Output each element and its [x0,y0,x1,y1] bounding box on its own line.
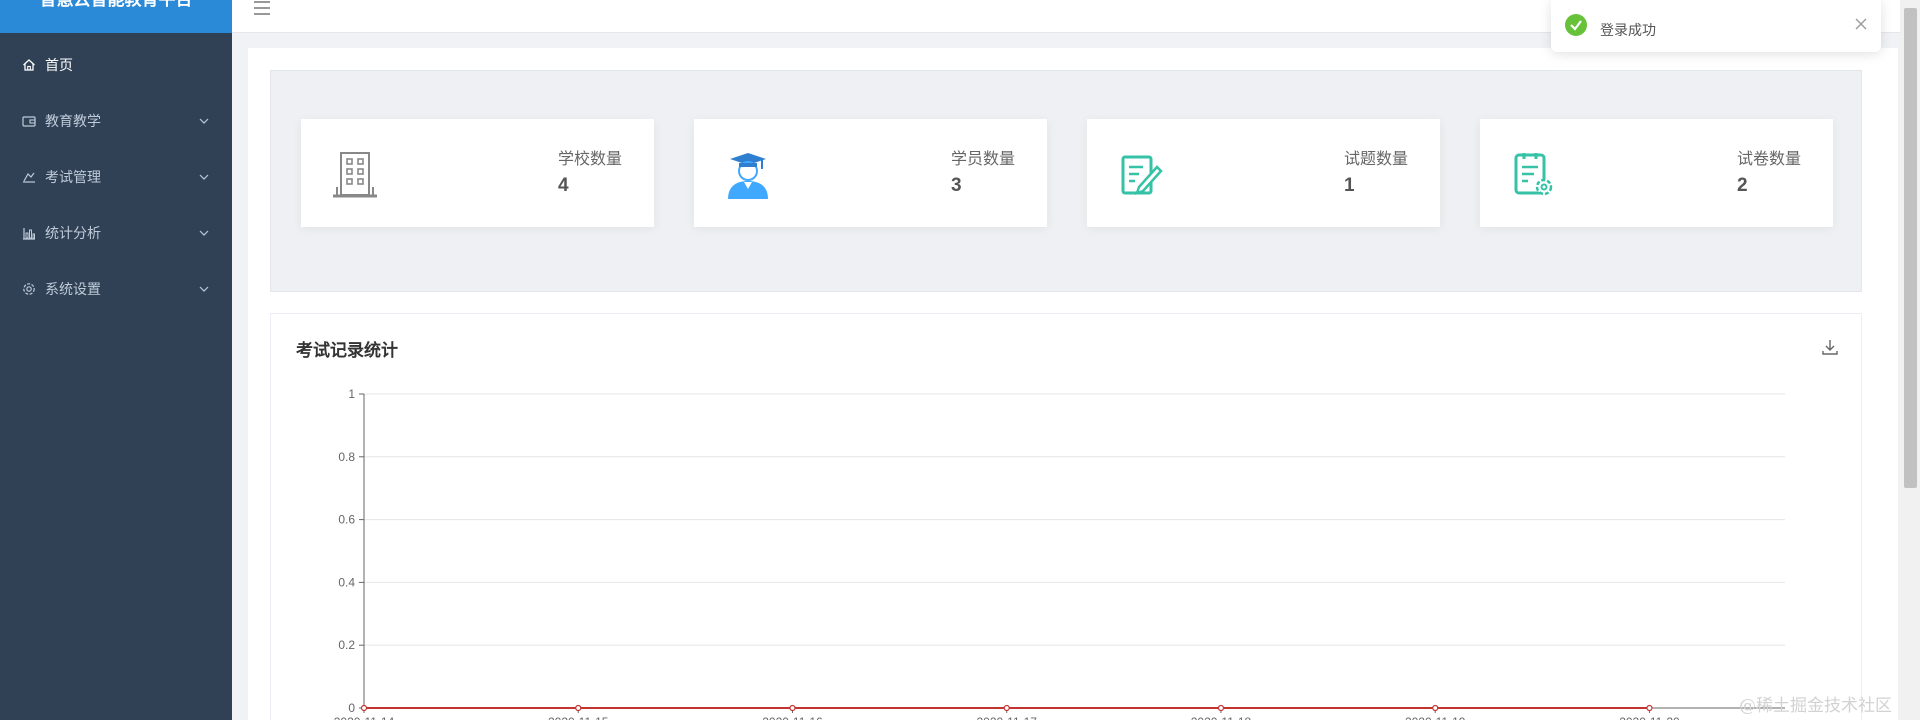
student-icon [728,153,768,199]
hamburger-menu-icon[interactable] [252,0,272,16]
x-tick-label: 2020-11-18 [1191,715,1252,720]
success-toast: 登录成功 [1551,0,1881,52]
stats-panel: 学校数量 4 学员数量 3 试题数量 1 试卷数量 2 [270,70,1862,292]
home-icon [21,57,37,73]
sidebar-item-home[interactable]: 首页 [0,37,232,93]
app-title: 智慧云智能教育平台 [0,0,232,33]
sidebar-item-exam[interactable]: 考试管理 [0,149,232,205]
toast-message: 登录成功 [1600,22,1656,38]
stat-card-questions[interactable]: 试题数量 1 [1087,119,1440,227]
data-point [1432,704,1439,712]
y-tick-label: 0.8 [338,450,355,464]
stat-value: 2 [1737,175,1748,196]
paper-settings-icon [1514,153,1553,196]
x-tick-label: 2020-11-17 [976,715,1037,720]
y-tick-label: 1 [348,387,355,401]
x-tick-label: 2020-11-16 [762,715,823,720]
sidebar-item-label: 考试管理 [45,169,101,185]
stat-value: 1 [1344,175,1355,196]
sidebar-item-education[interactable]: 教育教学 [0,93,232,149]
wallet-icon [21,113,37,129]
sidebar-menu: 首页 教育教学 考试管理 统计分析 系统设置 [0,37,232,317]
success-check-icon [1565,14,1587,36]
stat-label: 学员数量 [951,151,1016,168]
sidebar-item-statistics[interactable]: 统计分析 [0,205,232,261]
stat-card-students[interactable]: 学员数量 3 [694,119,1047,227]
stat-value: 4 [558,175,569,196]
y-tick-label: 0.2 [338,638,355,652]
sidebar-item-label: 教育教学 [45,113,101,129]
sidebar-item-label: 系统设置 [45,281,101,297]
sidebar: 智慧云智能教育平台 首页 教育教学 考试管理 统计分析 [0,0,232,720]
stat-card-schools[interactable]: 学校数量 4 [301,119,654,227]
close-icon[interactable] [1855,18,1867,30]
exam-record-chart-panel: 考试记录统计 00.20.40.60.812020-11-142020-11-1… [270,313,1862,720]
stat-label: 试卷数量 [1737,151,1802,168]
x-tick-label: 2020-11-15 [548,715,609,720]
chevron-down-icon [199,286,209,292]
chevron-down-icon [199,230,209,236]
sidebar-item-settings[interactable]: 系统设置 [0,261,232,317]
y-tick-label: 0.6 [338,513,355,527]
x-tick-label: 2020-11-14 [334,715,395,720]
chevron-down-icon [199,174,209,180]
exam-icon [21,169,37,185]
data-point [1217,704,1225,712]
main-content: 学校数量 4 学员数量 3 试题数量 1 试卷数量 2 考试记录统计 0 0.2… [248,48,1898,720]
y-tick-label: 0 [348,701,355,715]
stat-value: 3 [951,175,962,196]
sidebar-item-label: 统计分析 [45,225,101,241]
page-scrollbar[interactable] [1900,0,1920,720]
data-point [575,704,582,712]
scrollbar-thumb[interactable] [1904,8,1917,488]
data-point [1646,704,1653,712]
x-tick-label: 2020-11-19 [1405,715,1466,720]
building-icon [333,152,377,198]
chevron-down-icon [199,118,209,124]
stat-card-papers[interactable]: 试卷数量 2 [1480,119,1833,227]
edit-document-icon [1121,155,1163,195]
data-point [1003,704,1010,712]
bar-chart-icon [21,225,37,241]
data-point [789,704,796,712]
line-chart: 0 0.2 0.4 0.6 0.8 1 2020-11-14 2020-11-15 2020-1… [334,387,1785,720]
sidebar-item-label: 首页 [45,57,73,73]
x-tick-label: 2020-11-20 [1619,715,1680,720]
data-point [360,704,368,712]
y-tick-label: 0.4 [338,575,355,589]
stat-label: 试题数量 [1344,151,1409,168]
gear-icon [21,281,37,297]
stat-label: 学校数量 [558,151,623,168]
watermark: @稀土掘金技术社区 [1739,696,1892,716]
